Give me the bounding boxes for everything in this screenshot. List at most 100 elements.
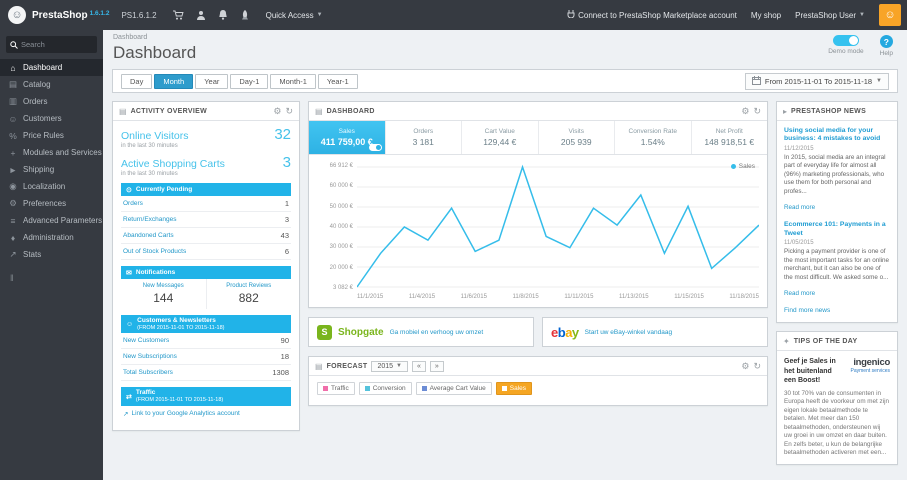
sidebar-item-shipping[interactable]: ► Shipping: [0, 161, 103, 178]
breadcrumb[interactable]: Dashboard: [113, 34, 891, 41]
tips-panel-icon: ✦: [783, 336, 790, 346]
kpi-cart-value[interactable]: Cart Value 129,44 €: [462, 121, 539, 154]
sidebar-item-catalog[interactable]: ▤ Catalog: [0, 76, 103, 93]
bell-icon[interactable]: [218, 10, 228, 20]
sidebar-item-localization[interactable]: ◉ Localization: [0, 178, 103, 195]
shopgate-link[interactable]: Ga mobiel en verhoog uw omzet: [390, 329, 484, 336]
news-article-body: In 2015, social media are an integral pa…: [784, 153, 886, 195]
forecast-legend-sales[interactable]: Sales: [495, 382, 532, 395]
sidebar-item-customers[interactable]: ☺ Customers: [0, 110, 103, 127]
traffic-date-range: (FROM 2015-11-01 TO 2015-11-18): [135, 397, 224, 404]
date-range-picker[interactable]: From 2015-11-01 To 2015-11-18 ▼: [744, 72, 889, 90]
sidebar-item-dashboard[interactable]: ⌂ Dashboard: [0, 59, 103, 76]
news-article: Ecommerce 101: Payments in a Tweet 11/05…: [784, 221, 890, 300]
google-analytics-link[interactable]: ↗ Link to your Google Analytics account: [121, 406, 291, 422]
rocket-icon[interactable]: [240, 10, 250, 20]
shipping-icon: ►: [8, 164, 18, 175]
sidebar-item-price-rules[interactable]: % Price Rules: [0, 127, 103, 144]
gear-icon[interactable]: ⚙: [741, 106, 749, 117]
user-avatar[interactable]: ☺: [879, 4, 901, 26]
range-month-button[interactable]: Month: [154, 73, 194, 89]
demo-mode-toggle[interactable]: [832, 35, 859, 46]
range-month-1-button[interactable]: Month-1: [270, 73, 316, 89]
ingenico-logo: ingenico Payment services: [850, 357, 891, 375]
forecast-legend-conversion[interactable]: Conversion: [358, 382, 412, 395]
collapse-sidebar-icon[interactable]: ‖: [10, 273, 103, 283]
find-more-news-link[interactable]: Find more news: [784, 307, 890, 314]
sidebar-item-modules[interactable]: + Modules and Services: [0, 144, 103, 161]
chart-legend[interactable]: Sales: [730, 163, 755, 170]
notifications-header: ✉ Notifications: [121, 266, 291, 279]
active-carts-label[interactable]: Active Shopping Carts: [121, 158, 225, 170]
read-more-link[interactable]: Read more: [784, 290, 815, 297]
administration-icon: ♦: [10, 232, 16, 243]
my-shop-link[interactable]: My shop: [751, 11, 781, 20]
catalog-icon: ▤: [8, 79, 18, 89]
dashboard-icon: ⌂: [10, 62, 16, 73]
cart-icon[interactable]: [172, 10, 184, 20]
sales-chart-svg: [357, 164, 759, 288]
calendar-icon: [751, 75, 761, 87]
kpi-net-profit[interactable]: Net Profit 148 918,51 €: [692, 121, 768, 154]
help-label: Help: [879, 50, 893, 57]
dashboard-panel-icon: ▤: [315, 106, 323, 116]
activity-overview-panel: ▤ Activity overview ⚙ ↻ Online Visitors …: [112, 101, 300, 431]
price-rules-icon: %: [9, 130, 17, 141]
forecast-year-select[interactable]: 2015 ▼: [371, 360, 408, 372]
range-day-button[interactable]: Day: [121, 73, 153, 89]
currently-pending-header: ⊙ Currently Pending: [121, 183, 291, 196]
ebay-link[interactable]: Start uw eBay-winkel vandaag: [585, 329, 672, 336]
kpi-conversion-rate[interactable]: Conversion Rate 1.54%: [615, 121, 692, 154]
refresh-icon[interactable]: ↻: [753, 106, 761, 117]
kpi-visits[interactable]: Visits 205 939: [539, 121, 615, 154]
sidebar-item-orders[interactable]: ▥ Orders: [0, 93, 103, 110]
shopgate-module-ad: S Shopgate Ga mobiel en verhoog uw omzet: [308, 317, 534, 347]
localization-icon: ◉: [9, 181, 17, 191]
topbar: ☺ PrestaShop 1.6.1.2 PS1.6.1.2 Quick Acce…: [0, 0, 907, 30]
read-more-link[interactable]: Read more: [784, 204, 815, 211]
news-panel-title: PrestaShop News: [791, 107, 867, 115]
forecast-prev-button[interactable]: «: [412, 360, 426, 372]
tips-headline: Geef je Sales in het buitenland een Boos…: [784, 358, 836, 384]
kpi-sales[interactable]: Sales 411 759,00 €: [309, 121, 386, 154]
range-day-1-button[interactable]: Day-1: [230, 73, 269, 89]
sidebar: ⌂Dashboard ▤Catalog ▥Orders ☺Customers %…: [0, 30, 103, 480]
advanced-parameters-icon: ≡: [10, 215, 16, 226]
search-input[interactable]: [21, 40, 93, 49]
help-icon[interactable]: ?: [879, 35, 893, 48]
refresh-icon[interactable]: ↻: [753, 361, 761, 372]
gear-icon[interactable]: ⚙: [741, 361, 749, 372]
news-article: Using social media for your business: 4 …: [784, 127, 890, 214]
gear-icon[interactable]: ⚙: [273, 106, 281, 117]
forecast-panel-icon: ▤: [315, 361, 323, 371]
news-article-title[interactable]: Using social media for your business: 4 …: [784, 127, 890, 144]
sidebar-item-advanced-parameters[interactable]: ≡ Advanced Parameters: [0, 212, 103, 229]
sidebar-item-administration[interactable]: ♦ Administration: [0, 229, 103, 246]
range-year-button[interactable]: Year: [195, 73, 229, 89]
chevron-down-icon: ▼: [859, 12, 865, 18]
dashboard-panel-title: Dashboard: [326, 107, 375, 115]
customers-icon: ☺: [8, 113, 18, 124]
customer-icon[interactable]: [196, 10, 206, 20]
sales-curve-toggle[interactable]: [368, 144, 382, 151]
online-visitors-value: 32: [274, 126, 291, 143]
forecast-legend-traffic[interactable]: Traffic: [317, 382, 355, 395]
forecast-legend-average-cart-value[interactable]: Average Cart Value: [415, 382, 492, 395]
date-filter-bar: Day Month Year Day-1 Month-1 Year-1 From…: [112, 69, 898, 93]
range-year-1-button[interactable]: Year-1: [317, 73, 358, 89]
online-visitors-label[interactable]: Online Visitors: [121, 130, 189, 142]
forecast-next-button[interactable]: »: [429, 360, 444, 372]
ebay-module-ad: ebay Start uw eBay-winkel vandaag: [542, 317, 768, 347]
total-subscribers-row: Total Subscribers 1308: [121, 365, 291, 382]
marketplace-connect-link[interactable]: Connect to PrestaShop Marketplace accoun…: [567, 10, 737, 20]
user-menu[interactable]: PrestaShop User ▼: [795, 11, 865, 20]
sidebar-item-stats[interactable]: ↗ Stats: [0, 246, 103, 263]
chart-x-axis: 11/1/2015 11/4/2015 11/6/2015 11/8/2015 …: [357, 294, 759, 300]
kpi-orders[interactable]: Orders 3 181: [386, 121, 462, 154]
quick-access-menu[interactable]: Quick Access ▼: [266, 11, 323, 20]
refresh-icon[interactable]: ↻: [285, 106, 293, 117]
plug-icon: [567, 10, 575, 20]
news-article-date: 11/12/2015: [784, 145, 814, 152]
news-article-title[interactable]: Ecommerce 101: Payments in a Tweet: [784, 221, 890, 238]
sidebar-item-preferences[interactable]: ⚙ Preferences: [0, 195, 103, 212]
